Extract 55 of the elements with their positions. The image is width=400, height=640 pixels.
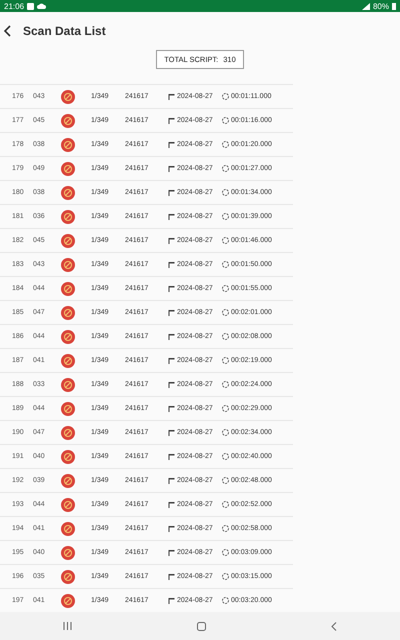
blocked-icon — [61, 354, 75, 368]
blocked-icon — [61, 258, 75, 272]
home-icon[interactable] — [196, 622, 206, 630]
clock-icon — [222, 189, 229, 196]
battery-level: 80% — [372, 2, 389, 10]
clock-icon — [222, 213, 229, 220]
blocked-icon — [61, 306, 75, 320]
clock-icon — [222, 165, 229, 172]
blocked-icon — [61, 426, 75, 440]
clock-icon — [222, 261, 229, 268]
blocked-icon — [61, 570, 75, 584]
clock-icon — [222, 117, 229, 124]
blocked-icon — [61, 378, 75, 392]
clock-icon — [222, 333, 229, 340]
blocked-icon — [61, 474, 75, 488]
clock-icon — [222, 597, 229, 604]
blocked-icon — [61, 402, 75, 416]
blocked-icon — [61, 138, 75, 152]
clock-icon — [222, 477, 229, 484]
clock-icon — [222, 573, 229, 580]
status-time: 21:06 — [4, 2, 24, 10]
blocked-icon — [61, 330, 75, 344]
blocked-icon — [61, 234, 75, 248]
clock-icon — [222, 429, 229, 436]
clock-icon — [222, 549, 229, 556]
blocked-icon — [61, 546, 75, 560]
blocked-icon — [61, 186, 75, 200]
page-title: Scan Data List — [23, 24, 106, 38]
signal-icon — [362, 2, 370, 10]
clock-icon — [222, 93, 229, 100]
clock-icon — [222, 357, 229, 364]
blocked-icon — [61, 594, 75, 608]
blocked-icon — [61, 450, 75, 464]
battery-icon — [392, 2, 396, 10]
cloud-icon — [37, 3, 46, 9]
clock-icon — [222, 453, 229, 460]
image-icon — [27, 2, 34, 10]
blocked-icon — [61, 90, 75, 104]
back-icon[interactable] — [331, 622, 338, 630]
blocked-icon — [61, 282, 75, 296]
blocked-icon — [61, 210, 75, 224]
blocked-icon — [61, 114, 75, 128]
clock-icon — [222, 309, 229, 316]
blocked-icon — [61, 162, 75, 176]
clock-icon — [222, 141, 229, 148]
clock-icon — [222, 237, 229, 244]
clock-icon — [222, 501, 229, 508]
clock-icon — [222, 285, 229, 292]
blocked-icon — [61, 498, 75, 512]
back-icon[interactable] — [3, 25, 13, 37]
clock-icon — [222, 405, 229, 412]
clock-icon — [222, 525, 229, 532]
clock-icon — [222, 381, 229, 388]
blocked-icon — [61, 522, 75, 536]
recent-apps-icon[interactable] — [62, 622, 72, 630]
